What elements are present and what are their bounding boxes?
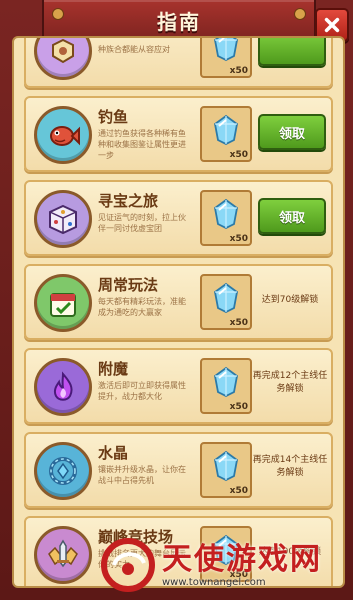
guide-row: 寻宝之旅见证运气的时刻，拉上伙伴一同讨伐虚宝团 x50 领取 xyxy=(24,180,333,256)
unlock-requirement: 达到70级解锁 xyxy=(261,295,319,305)
reward-slot[interactable]: x50 xyxy=(200,106,252,162)
claim-button[interactable]: 领取 xyxy=(258,114,326,150)
reward-quantity: x50 xyxy=(229,150,248,160)
crystal-icon xyxy=(214,114,238,146)
reward-quantity: x50 xyxy=(229,318,248,328)
unlock-requirement: 再完成14个主线任务解锁 xyxy=(252,455,328,478)
guide-row: 水晶镶嵌并升级水晶，让你在战斗中占得先机 x50 再完成14个主线任务解锁 xyxy=(24,432,333,508)
crystal-icon xyxy=(214,282,238,314)
guide-row: 种族合都能从容应对 x50 xyxy=(24,38,333,88)
guide-panel[interactable]: 种族合都能从容应对 x50 钓鱼通过钓鱼获得各种稀有鱼种和收集图鉴让属性更进一步 x5… xyxy=(12,36,345,588)
reward-slot[interactable]: x50 xyxy=(200,442,252,498)
feature-name: 周常玩法 xyxy=(98,276,159,294)
feature-description: 激活后即可立即获得属性提升，战力都大化 xyxy=(98,381,186,401)
page-title: 指南 xyxy=(157,10,201,34)
feature-name: 附魔 xyxy=(98,360,129,378)
crystal-ring-icon xyxy=(34,442,92,500)
calendar-icon xyxy=(34,274,92,332)
feature-description: 见证运气的时刻，拉上伙伴一同讨伐虚宝团 xyxy=(98,213,186,233)
guide-list: 种族合都能从容应对 x50 钓鱼通过钓鱼获得各种稀有鱼种和收集图鉴让属性更进一步 x5… xyxy=(24,38,333,586)
guide-row: 周常玩法每天都有精彩玩法，准能成为通吃的大赢家 x50 达到70级解锁 xyxy=(24,264,333,340)
crystal-icon xyxy=(214,450,238,482)
feature-description: 种族合都能从容应对 xyxy=(98,45,170,54)
reward-quantity: x50 xyxy=(229,486,248,496)
crystal-icon xyxy=(214,366,238,398)
feature-description: 镶嵌并升级水晶，让你在战斗中占得先机 xyxy=(98,465,186,485)
reward-quantity: x50 xyxy=(229,402,248,412)
watermark-url: www.townangel.com xyxy=(162,576,266,588)
crystal-icon xyxy=(214,38,238,62)
unlock-requirement: 再完成12个主线任务解锁 xyxy=(252,371,328,394)
guide-row: 钓鱼通过钓鱼获得各种稀有鱼种和收集图鉴让属性更进一步 x50 领取 xyxy=(24,96,333,172)
claim-button[interactable] xyxy=(258,38,326,66)
reward-slot[interactable]: x50 xyxy=(200,358,252,414)
feature-description: 每天都有精彩玩法，准能成为通吃的大赢家 xyxy=(98,297,186,317)
feature-name: 钓鱼 xyxy=(98,108,129,126)
reward-quantity: x50 xyxy=(229,66,248,76)
close-icon xyxy=(324,17,340,33)
reward-slot[interactable]: x50 xyxy=(200,274,252,330)
watermark: 天使游戏网 www.townangel.com xyxy=(100,535,350,595)
crest-icon xyxy=(34,38,92,80)
reward-quantity: x50 xyxy=(229,234,248,244)
guide-row: 附魔激活后即可立即获得属性提升，战力都大化 x50 再完成12个主线任务解锁 xyxy=(24,348,333,424)
watermark-logo-icon xyxy=(101,538,155,592)
dice-icon xyxy=(34,190,92,248)
feature-name: 水晶 xyxy=(98,444,129,462)
reward-slot[interactable]: x50 xyxy=(200,190,252,246)
fish-icon xyxy=(34,106,92,164)
sword-crest-icon xyxy=(34,526,92,584)
feature-description: 通过钓鱼获得各种稀有鱼种和收集图鉴让属性更进一步 xyxy=(98,129,186,160)
claim-button[interactable]: 领取 xyxy=(258,198,326,234)
crystal-icon xyxy=(214,198,238,230)
reward-slot[interactable]: x50 xyxy=(200,38,252,78)
flame-icon xyxy=(34,358,92,416)
watermark-title: 天使游戏网 xyxy=(162,541,322,577)
feature-name: 寻宝之旅 xyxy=(98,192,159,210)
